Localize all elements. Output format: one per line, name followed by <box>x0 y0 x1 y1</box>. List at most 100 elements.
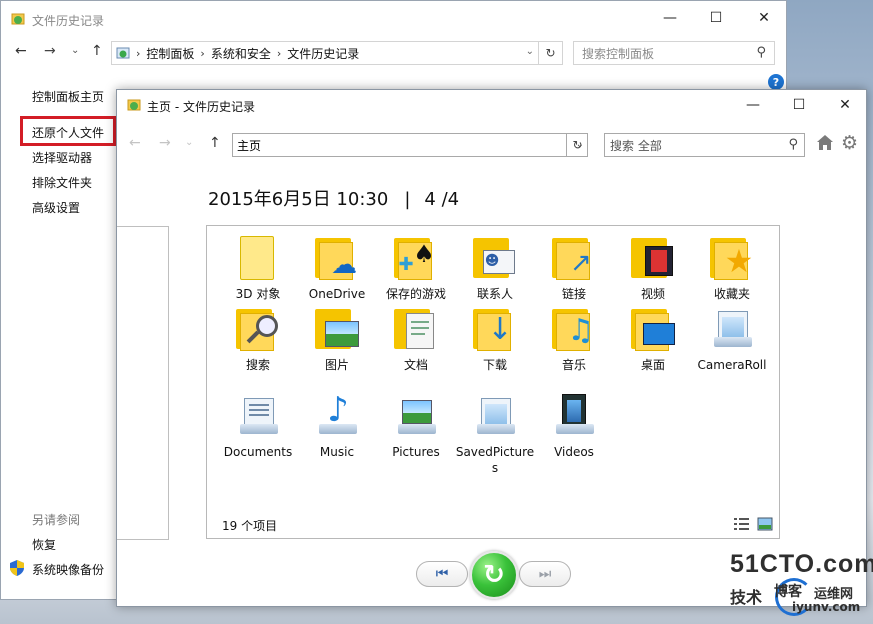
list-item[interactable]: ★ 收藏夹 <box>692 234 772 302</box>
item-count: 19 个项目 <box>222 519 278 533</box>
close-button[interactable]: ✕ <box>823 90 867 120</box>
search-placeholder: 搜索控制面板 <box>582 46 655 61</box>
recent-locations-chevron-icon[interactable]: ⌄ <box>185 137 193 148</box>
gear-icon[interactable]: ⚙ <box>841 133 861 153</box>
pictures-folder-icon <box>313 305 361 353</box>
list-item[interactable]: ☁ OneDrive <box>297 234 377 302</box>
list-item[interactable]: 图片 <box>297 305 377 373</box>
videos-library-icon <box>550 392 598 440</box>
item-label: 视频 <box>640 287 665 301</box>
search-icon[interactable]: ⚲ <box>756 45 766 60</box>
list-item[interactable]: Pictures <box>376 392 456 460</box>
list-item[interactable]: ↓ 下载 <box>455 305 535 373</box>
item-label: 链接 <box>561 287 586 301</box>
list-item[interactable]: ♠ ✚ 保存的游戏 <box>376 234 456 302</box>
breadcrumb-system-security[interactable]: 系统和安全 <box>211 45 271 62</box>
item-label: 收藏夹 <box>713 287 750 301</box>
forward-arrow-icon[interactable]: → <box>159 135 171 151</box>
backup-items-panel: 3D 对象 ☁ OneDrive ♠ ✚ 保存的游戏 ☻ 联系人 ↗ 链接 视频… <box>206 225 780 539</box>
item-label: 桌面 <box>640 358 665 372</box>
see-also-system-image-link[interactable]: 系统映像备份 <box>32 561 104 578</box>
maximize-button[interactable]: ☐ <box>777 90 821 120</box>
breadcrumb-file-history[interactable]: 文件历史记录 <box>287 45 359 62</box>
title-bar: 文件历史记录 — ☐ ✕ <box>1 1 786 35</box>
backup-date: 2015年6月5日 10:30 <box>208 189 389 210</box>
list-item[interactable]: ☻ 联系人 <box>455 234 535 302</box>
previous-version-panel[interactable] <box>117 226 169 540</box>
divider: | <box>404 189 411 210</box>
home-icon[interactable] <box>816 134 834 152</box>
up-arrow-icon[interactable]: ↑ <box>91 43 103 59</box>
up-arrow-icon[interactable]: ↑ <box>209 135 221 151</box>
minimize-button[interactable]: — <box>648 3 692 33</box>
address-bar[interactable]: › 控制面板 › 系统和安全 › 文件历史记录 ⌄ ↻ <box>111 41 563 65</box>
watermark-logo: 51CTO.com 技术 博客 运维网 iyunv.com <box>730 550 873 622</box>
skip-forward-icon: ⏭ <box>538 566 552 582</box>
nav-exclude-folders[interactable]: 排除文件夹 <box>32 174 92 191</box>
list-item[interactable]: ↗ 链接 <box>534 234 614 302</box>
details-view-icon <box>734 518 749 530</box>
item-label: 3D 对象 <box>235 287 281 301</box>
next-version-button[interactable]: ⏭ <box>519 561 571 587</box>
list-item[interactable]: Documents <box>218 392 298 460</box>
file-history-icon <box>127 99 141 111</box>
refresh-icon[interactable]: ↻ <box>566 133 588 157</box>
restore-button[interactable]: ↻ <box>470 551 518 599</box>
version-counter: 4 /4 <box>424 189 460 210</box>
searches-folder-icon <box>234 305 282 353</box>
list-item[interactable]: 桌面 <box>613 305 693 373</box>
list-item[interactable]: Videos <box>534 392 614 460</box>
maximize-button[interactable]: ☐ <box>694 3 738 33</box>
links-folder-icon: ↗ <box>550 234 598 282</box>
music-folder-icon: ♫ <box>550 305 598 353</box>
nav-select-drive[interactable]: 选择驱动器 <box>32 149 92 166</box>
cameraroll-library-icon <box>708 305 756 353</box>
view-toggle-icons[interactable] <box>734 517 774 531</box>
item-label: CameraRoll <box>697 358 767 372</box>
search-input[interactable]: 搜索控制面板 ⚲ <box>573 41 775 65</box>
item-label: 联系人 <box>476 287 513 301</box>
onedrive-folder-icon: ☁ <box>313 234 361 282</box>
previous-version-button[interactable]: ⏮ <box>416 561 468 587</box>
item-label: Pictures <box>392 445 440 459</box>
minimize-button[interactable]: — <box>731 90 775 120</box>
breadcrumb-control-panel[interactable]: 控制面板 <box>146 45 194 62</box>
list-item[interactable]: 搜索 <box>218 305 298 373</box>
address-dropdown-icon[interactable]: ⌄ <box>526 46 534 57</box>
videos-folder-icon <box>629 234 677 282</box>
list-item[interactable]: ♪ Music <box>297 390 377 460</box>
music-library-icon: ♪ <box>313 390 361 440</box>
file-history-icon <box>11 13 25 25</box>
version-header: 2015年6月5日 10:30 | 4 /4 <box>208 185 459 211</box>
nav-control-panel-home[interactable]: 控制面板主页 <box>32 88 104 105</box>
savedpictures-library-icon <box>471 392 519 440</box>
list-item[interactable]: ♫ 音乐 <box>534 305 614 373</box>
watermark-url: iyunv.com <box>792 600 861 614</box>
saved-games-folder-icon: ♠ ✚ <box>392 234 440 282</box>
skip-back-icon: ⏮ <box>435 566 449 582</box>
back-arrow-icon[interactable]: ← <box>15 43 27 59</box>
list-item[interactable]: 3D 对象 <box>218 234 298 302</box>
address-bar[interactable]: 主页 ⌄ <box>232 133 588 157</box>
window-title: 主页 - 文件历史记录 <box>147 100 255 114</box>
item-label: 文档 <box>403 358 428 372</box>
back-arrow-icon[interactable]: ← <box>129 135 141 151</box>
list-item[interactable]: SavedPictures <box>455 392 535 476</box>
contacts-folder-icon: ☻ <box>471 234 519 282</box>
forward-arrow-icon[interactable]: → <box>44 43 56 59</box>
recent-locations-chevron-icon[interactable]: ⌄ <box>71 45 79 56</box>
list-item[interactable]: CameraRoll <box>692 305 772 373</box>
breadcrumb-separator-icon: › <box>276 46 282 60</box>
watermark-text: 技术 <box>730 588 763 607</box>
help-icon[interactable]: ? <box>768 74 784 90</box>
refresh-icon[interactable]: ↻ <box>538 42 562 64</box>
list-item[interactable]: 视频 <box>613 234 693 302</box>
nav-advanced-settings[interactable]: 高级设置 <box>32 199 80 216</box>
item-label: 音乐 <box>561 358 586 372</box>
search-icon[interactable]: ⚲ <box>788 137 798 152</box>
desktop-folder-icon <box>629 305 677 353</box>
search-input[interactable]: 搜索 全部 ⚲ <box>604 133 805 157</box>
list-item[interactable]: 文档 <box>376 305 456 373</box>
see-also-recovery-link[interactable]: 恢复 <box>32 536 56 553</box>
close-button[interactable]: ✕ <box>742 3 786 33</box>
